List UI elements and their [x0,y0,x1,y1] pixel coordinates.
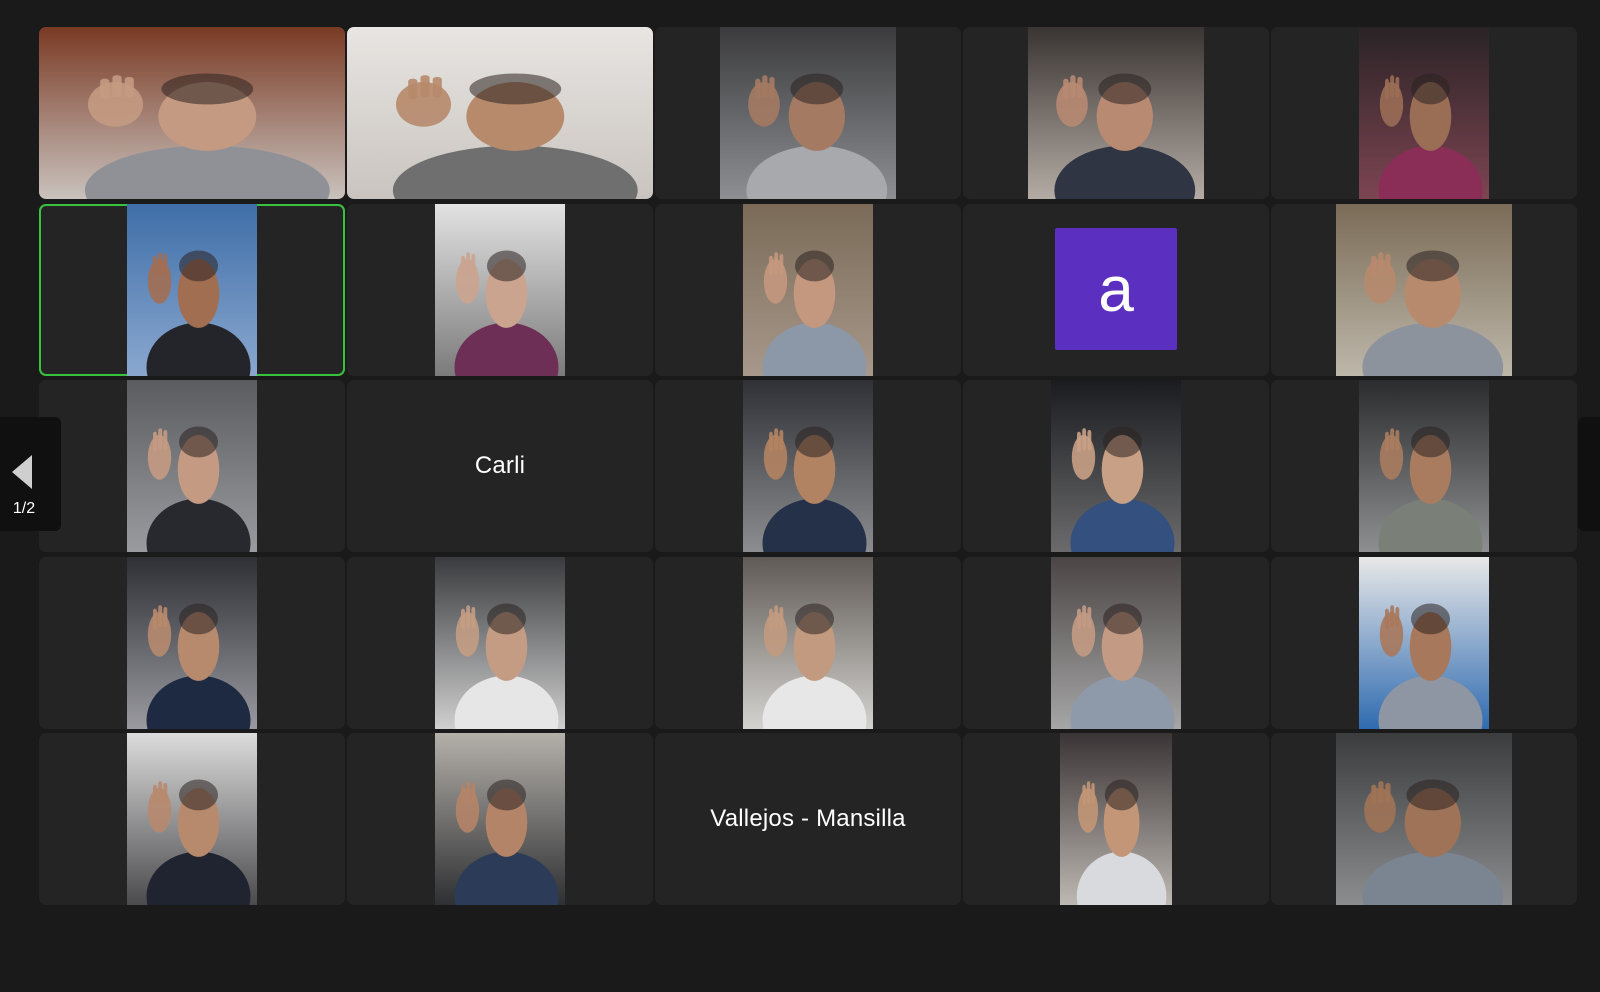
participant-02 [347,27,653,199]
participant-tile[interactable] [1271,733,1577,905]
avatar: a [1055,228,1177,350]
participant-22 [435,733,565,905]
participant-tile[interactable] [963,380,1269,552]
video-feed [743,557,873,729]
participant-tile[interactable] [39,733,345,905]
next-page-button[interactable] [1578,417,1600,531]
participant-tile[interactable] [1271,27,1577,199]
participant-18 [743,557,873,729]
video-feed [1336,204,1512,376]
participant-tile[interactable] [655,557,961,729]
video-feed [1336,733,1512,905]
participant-tile[interactable] [347,557,653,729]
video-feed [127,557,257,729]
participant-08 [743,204,873,376]
participant-03 [720,27,896,199]
participant-05 [1359,27,1489,199]
participant-tile[interactable] [1271,204,1577,376]
participant-21 [127,733,257,905]
participant-tile[interactable]: a [963,204,1269,376]
participant-tile[interactable] [39,204,345,376]
participant-tile[interactable]: Vallejos - Mansilla [655,733,961,905]
video-feed [39,27,345,199]
participant-tile[interactable] [655,204,961,376]
participant-tile[interactable] [347,733,653,905]
video-feed [1028,27,1204,199]
participant-04 [1028,27,1204,199]
video-feed [1060,733,1172,905]
participant-name: Vallejos - Mansilla [710,805,906,832]
video-feed [1051,380,1181,552]
participant-16 [127,557,257,729]
page-indicator: 1/2 [12,500,36,517]
participant-13 [743,380,873,552]
participant-tile[interactable] [963,733,1269,905]
video-feed [720,27,896,199]
participant-01 [39,27,345,199]
video-feed [347,27,653,199]
participant-14 [1051,380,1181,552]
previous-page-button[interactable]: 1/2 [0,417,61,531]
video-feed [743,380,873,552]
participant-name: Carli [474,452,526,479]
participant-20 [1359,557,1489,729]
video-feed [435,557,565,729]
video-feed [127,733,257,905]
video-feed [1359,380,1489,552]
participant-tile[interactable] [39,27,345,199]
participant-10 [1336,204,1512,376]
video-feed [127,380,257,552]
participant-19 [1051,557,1181,729]
participant-tile[interactable] [39,557,345,729]
participant-tile[interactable] [963,557,1269,729]
participant-tile[interactable] [1271,557,1577,729]
participant-25 [1336,733,1512,905]
participant-tile[interactable] [347,204,653,376]
participant-15 [1359,380,1489,552]
participant-tile[interactable]: Carli [347,380,653,552]
gallery-grid: a Carli Vallejos - Mansilla [0,0,1600,992]
participant-tile[interactable] [655,380,961,552]
video-feed [435,204,565,376]
participant-24 [1060,733,1172,905]
participant-tile[interactable] [963,27,1269,199]
participant-tile[interactable] [1271,380,1577,552]
video-feed [1051,557,1181,729]
participant-tile[interactable] [347,27,653,199]
video-feed [1359,557,1489,729]
participant-tile[interactable] [655,27,961,199]
video-feed [743,204,873,376]
participant-17 [435,557,565,729]
video-feed [1359,27,1489,199]
participant-tile[interactable] [39,380,345,552]
participant-06 [127,204,257,376]
video-feed [127,204,257,376]
video-feed [435,733,565,905]
participant-11 [127,380,257,552]
participant-07 [435,204,565,376]
chevron-left-icon [12,455,32,489]
